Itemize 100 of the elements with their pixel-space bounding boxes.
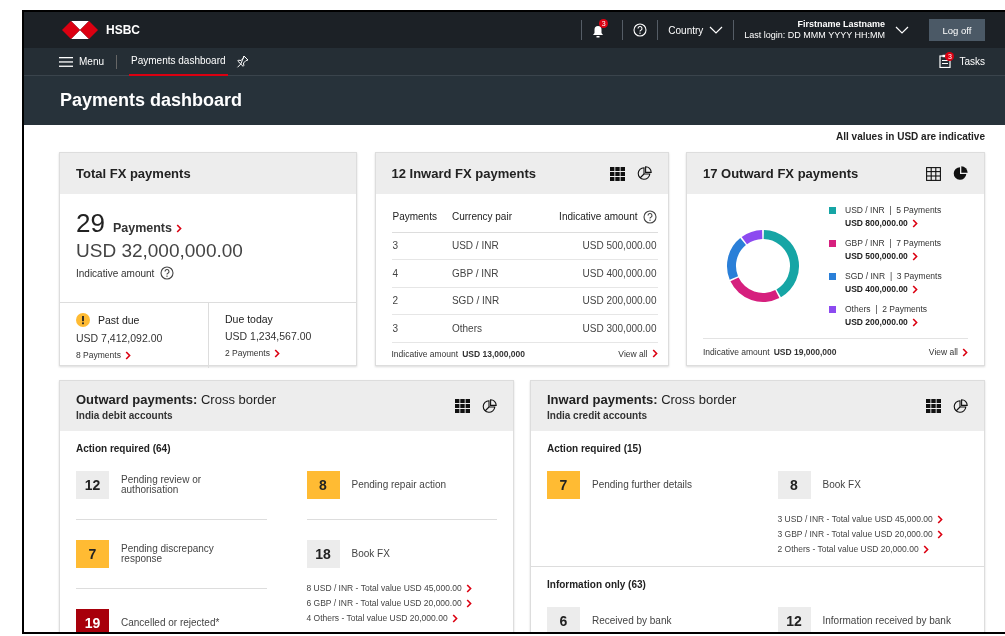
menu-icon <box>59 56 73 67</box>
chart-view-icon[interactable] <box>636 166 652 181</box>
card-title: Total FX payments <box>76 166 191 181</box>
logo-icon[interactable] <box>62 21 98 39</box>
amount-link[interactable]: USD 200,000.00 <box>845 317 942 327</box>
chevron-right-icon <box>911 218 918 228</box>
total-amount: Indicative amount USD 19,000,000 <box>703 347 837 357</box>
column-header: Indicative amount <box>530 202 658 232</box>
count-tile[interactable]: 7 <box>547 471 580 499</box>
total-amount: Indicative amount USD 13,000,000 <box>391 348 525 359</box>
breakdown-link[interactable]: 8 USD / INR - Total value USD 45,000.00 <box>306 583 497 593</box>
count-tile[interactable]: 8 <box>777 471 811 499</box>
status-label: Cancelled or rejected* <box>121 618 220 628</box>
page-title: Payments dashboard <box>60 90 243 111</box>
card-title: 12 Inward FX payments <box>391 166 536 181</box>
payment-count: | 3 Payments <box>889 271 942 281</box>
country-dropdown[interactable]: Country <box>668 24 724 36</box>
breakdown-link[interactable]: 2 Others - Total value USD 20,000.00 <box>777 544 968 554</box>
breakdown-link[interactable]: 4 Others - Total value USD 20,000.00 <box>306 613 497 623</box>
section-title: Information only (63) <box>547 579 647 590</box>
menu-button[interactable]: Menu <box>59 56 104 67</box>
chevron-right-icon <box>651 349 658 358</box>
table-cell: 3 <box>391 232 451 260</box>
chevron-down-icon <box>709 26 724 34</box>
chevron-down-icon <box>895 26 909 34</box>
table-cell: 4 <box>391 259 451 287</box>
status-label: Book FX <box>822 480 861 490</box>
table-cell: USD 300,000.00 <box>530 314 658 342</box>
payment-count: 29 <box>76 208 105 239</box>
table-cell: 3 <box>391 314 451 342</box>
payment-count: | 2 Payments <box>875 304 928 314</box>
payments-link[interactable]: 2 Payments <box>225 348 280 358</box>
status-label: Received by bank <box>592 616 672 626</box>
card-subtitle: India debit accounts <box>76 409 174 421</box>
section-title: Action required (15) <box>547 443 643 454</box>
legend-label: GBP / INR <box>845 238 885 248</box>
chart-view-icon[interactable] <box>482 398 497 414</box>
amount-label: Indicative amount <box>76 267 155 279</box>
status-amount: USD 1,234,567.00 <box>225 330 313 342</box>
log-off-button[interactable]: Log off <box>929 19 985 41</box>
table-view-icon[interactable] <box>455 399 470 413</box>
view-all-link[interactable]: View all <box>618 348 658 359</box>
amount-link[interactable]: USD 400,000.00 <box>845 284 942 294</box>
chart-view-icon[interactable] <box>953 398 968 414</box>
count-tile[interactable]: 18 <box>306 540 340 568</box>
payments-link[interactable]: Payments <box>112 221 182 235</box>
chevron-right-icon <box>124 350 131 360</box>
section-title: Action required (64) <box>76 443 172 454</box>
table-cell: USD 500,000.00 <box>530 232 658 260</box>
table-cell: USD / INR <box>450 232 531 260</box>
status-label: Past due <box>98 314 140 326</box>
bell-icon <box>592 25 605 38</box>
chevron-right-icon <box>962 347 968 357</box>
count-tile[interactable]: 7 <box>76 539 109 568</box>
user-menu[interactable]: Firstname Lastname Last login: DD MMM YYYY HH:MM <box>744 19 909 41</box>
table-cell: SGD / INR <box>450 287 531 315</box>
card-title: Inward payments: Cross border <box>547 391 737 407</box>
table-cell: USD 200,000.00 <box>530 287 658 315</box>
status-label: Book FX <box>351 549 390 559</box>
indicative-note: All values in USD are indicative <box>835 131 985 142</box>
view-all-link[interactable]: View all <box>928 347 968 357</box>
count-tile[interactable]: 8 <box>306 470 340 499</box>
table-view-icon[interactable] <box>926 399 941 413</box>
status-label: Information received by bank <box>822 616 951 626</box>
chevron-right-icon <box>911 317 918 327</box>
card-title: 17 Outward FX payments <box>703 166 859 181</box>
chevron-right-icon <box>176 223 182 233</box>
legend-label: Others <box>845 304 871 314</box>
payments-link[interactable]: 8 Payments <box>76 350 131 360</box>
table-cell: GBP / INR <box>450 259 531 287</box>
status-label: Pending repair action <box>351 479 446 490</box>
help-icon[interactable] <box>642 209 657 224</box>
count-tile[interactable]: 19 <box>76 609 109 632</box>
amount-link[interactable]: USD 800,000.00 <box>845 218 942 228</box>
breakdown-link[interactable]: 6 GBP / INR - Total value USD 20,000.00 <box>306 598 497 608</box>
table-view-icon[interactable] <box>609 166 625 181</box>
status-label: Pending discrepancy response <box>121 543 215 564</box>
status-label: Pending review or authorisation <box>121 474 203 495</box>
status-label: Pending further details <box>592 480 693 490</box>
chevron-right-icon <box>911 251 918 261</box>
table-cell: USD 400,000.00 <box>530 259 658 287</box>
amount-link[interactable]: USD 500,000.00 <box>845 251 942 261</box>
table-view-icon[interactable] <box>926 166 941 181</box>
chevron-right-icon <box>911 284 918 294</box>
status-amount: USD 7,412,092.00 <box>76 332 164 344</box>
breakdown-link[interactable]: 3 GBP / INR - Total value USD 20,000.00 <box>777 529 968 539</box>
count-tile[interactable]: 6 <box>547 607 580 632</box>
legend-label: USD / INR <box>845 205 885 215</box>
count-tile[interactable]: 12 <box>777 607 811 632</box>
chart-view-icon[interactable] <box>953 166 968 181</box>
payment-count: | 7 Payments <box>889 238 942 248</box>
count-tile[interactable]: 12 <box>76 470 109 499</box>
table-cell: Others <box>450 314 531 342</box>
column-header: Payments <box>391 202 451 232</box>
breakdown-link[interactable]: 3 USD / INR - Total value USD 45,000.00 <box>777 514 968 524</box>
pin-icon[interactable] <box>235 55 249 68</box>
column-header: Currency pair <box>450 202 531 232</box>
table-cell: 2 <box>391 287 451 315</box>
help-icon[interactable] <box>160 266 175 280</box>
payment-count: | 5 Payments <box>889 205 942 215</box>
